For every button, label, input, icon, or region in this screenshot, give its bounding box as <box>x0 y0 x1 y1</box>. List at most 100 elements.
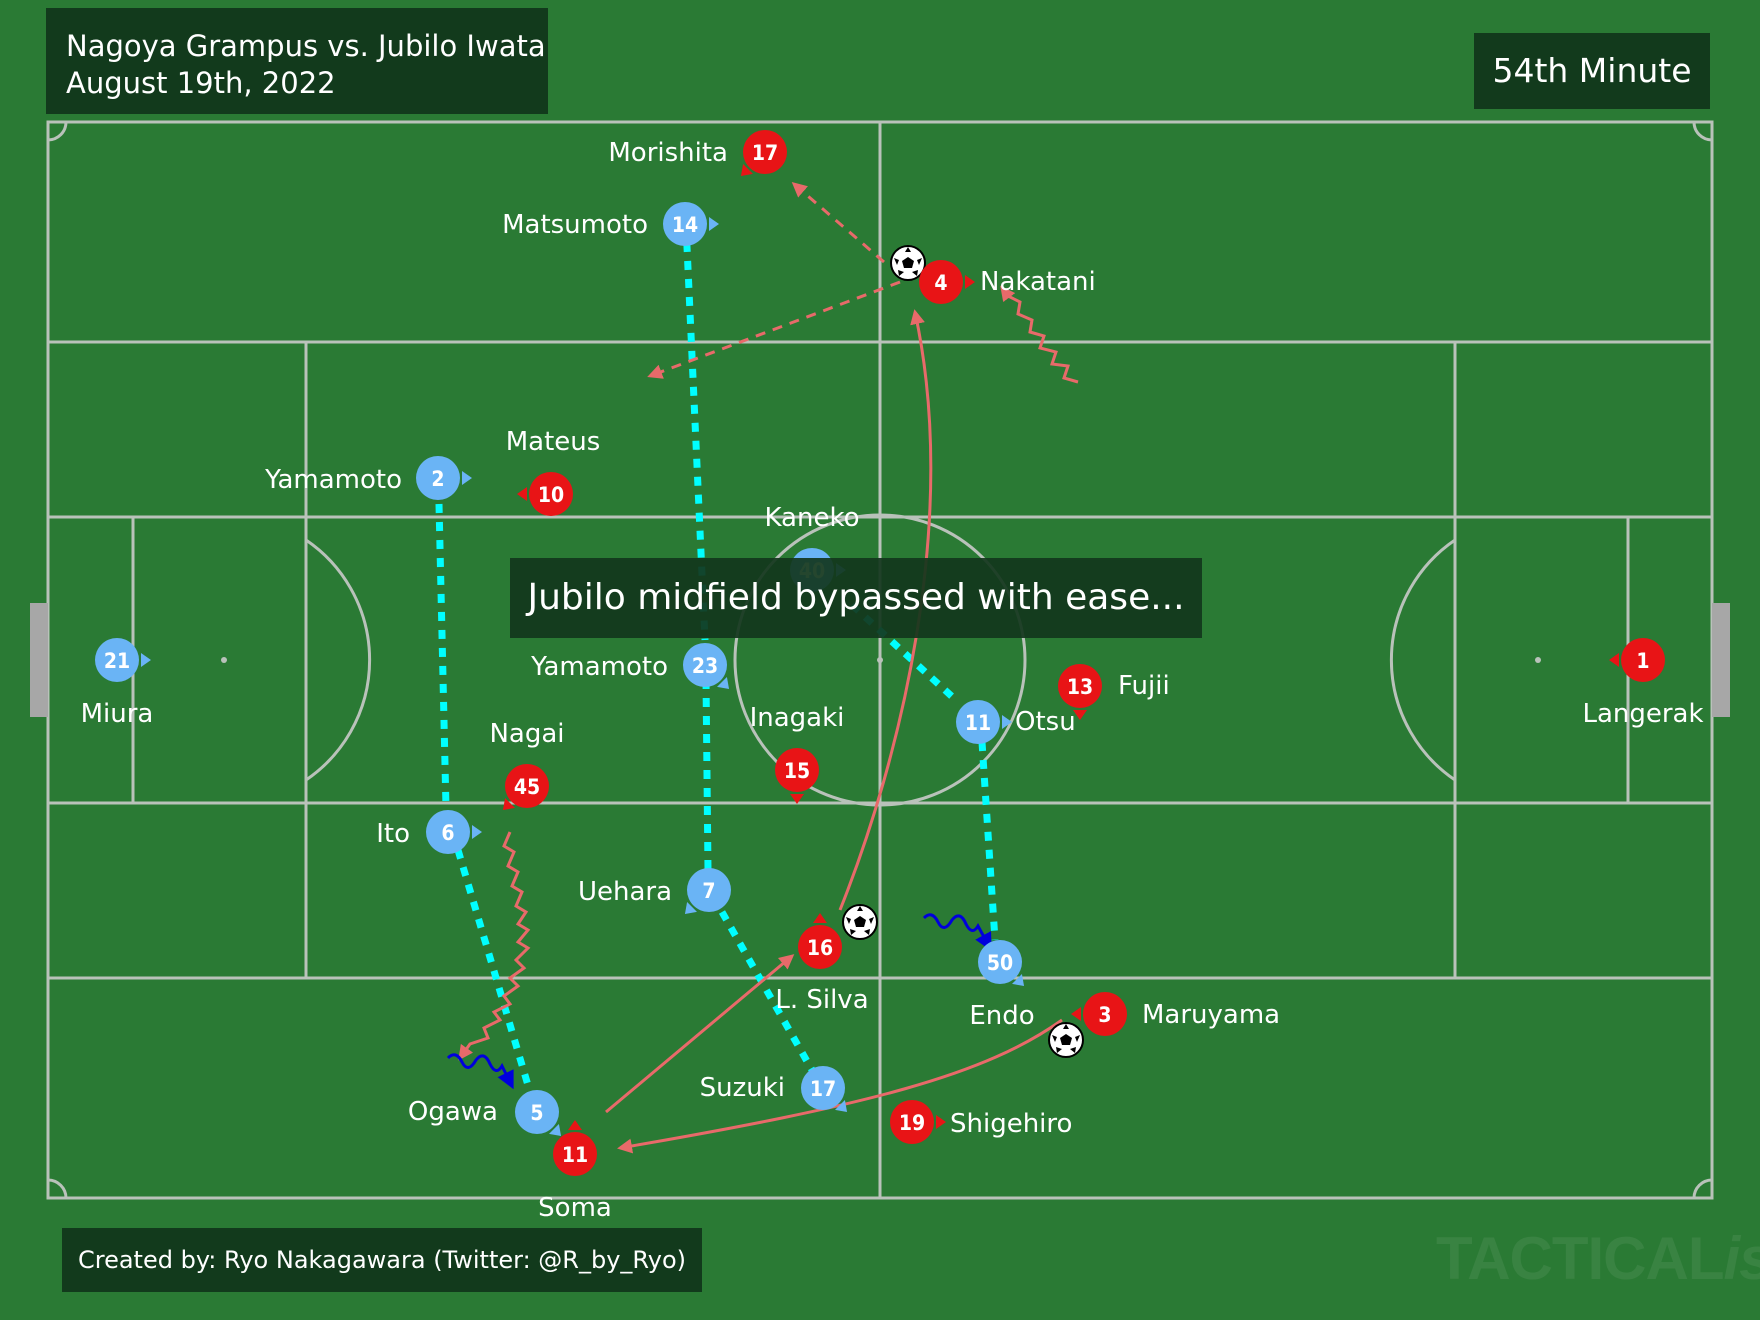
player-number: 16 <box>807 936 833 960</box>
corner-arc-tr <box>1692 121 1713 142</box>
player-name: Otsu <box>1015 707 1076 737</box>
penalty-arc-right <box>1389 538 1456 782</box>
jubilo-player: 6 Ito <box>376 810 482 854</box>
player-name: Endo <box>969 1001 1034 1031</box>
centre-spot <box>877 657 883 663</box>
pitch-svg: 21Miura2Yamamoto6Ito5Ogawa14Matsumoto23Y… <box>30 120 1730 1223</box>
players-layer: 21Miura2Yamamoto6Ito5Ogawa14Matsumoto23Y… <box>81 130 1704 1223</box>
nagoya-player: 19 Shigehiro <box>890 1100 1072 1144</box>
run-endo <box>922 913 992 952</box>
player-name: Inagaki <box>750 703 845 733</box>
nagoya-player: 10 Mateus <box>506 427 601 516</box>
jubilo-player: 11 Otsu <box>956 700 1076 744</box>
minute-badge: 54th Minute <box>1474 33 1710 109</box>
player-number: 4 <box>934 271 947 295</box>
blue-runs <box>446 913 992 1090</box>
player-number: 5 <box>530 1101 543 1125</box>
jubilo-player: 21 Miura <box>81 638 153 729</box>
run-nakatani <box>1000 285 1079 384</box>
run-ogawa <box>446 1053 514 1090</box>
ball-icon <box>842 904 878 940</box>
player-name: Matsumoto <box>502 210 648 240</box>
corner-arc-tl <box>47 121 68 142</box>
player-name: Suzuki <box>700 1073 785 1103</box>
player-number: 14 <box>672 213 698 237</box>
player-number: 21 <box>104 649 130 673</box>
annotation-caption: Jubilo midfield bypassed with ease... <box>510 558 1202 638</box>
penalty-arc-left <box>305 538 372 782</box>
player-name: Nagai <box>489 719 564 749</box>
player-name: Fujii <box>1118 671 1170 701</box>
facing-indicator <box>709 217 719 231</box>
facing-indicator <box>813 913 827 923</box>
player-name: L. Silva <box>775 985 868 1015</box>
tacticalista-watermark: TACTICALista <box>1436 1225 1760 1292</box>
ball-icon <box>1048 1022 1084 1058</box>
player-name: Nakatani <box>980 267 1096 297</box>
facing-indicator <box>936 1115 946 1129</box>
player-name: Morishita <box>608 138 728 168</box>
player-number: 19 <box>899 1111 925 1135</box>
facing-indicator <box>517 487 527 501</box>
facing-indicator <box>141 653 151 667</box>
player-number: 23 <box>692 654 718 678</box>
facing-indicator <box>1609 653 1619 667</box>
player-number: 10 <box>538 483 564 507</box>
goal-left <box>30 603 48 717</box>
player-number: 3 <box>1098 1003 1111 1027</box>
player-name: Langerak <box>1582 699 1703 729</box>
match-title-box: Nagoya Grampus vs. Jubilo Iwata August 1… <box>46 8 548 114</box>
player-name: Ito <box>376 819 410 849</box>
player-number: 50 <box>987 951 1013 975</box>
jubilo-player: 50 Endo <box>969 940 1035 1031</box>
option-nakatani-to-morishita <box>791 182 885 264</box>
facing-indicator <box>965 275 975 289</box>
tactical-diagram: 21 Miura 2 Yamamoto 6 Ito 5 Ogawa 14 Matsumoto 23 Y… <box>0 0 1760 1320</box>
player-number: 2 <box>431 467 444 491</box>
run-nagai <box>458 831 531 1061</box>
jubilo-player: 5 Ogawa <box>408 1090 562 1137</box>
player-number: 6 <box>441 821 454 845</box>
credit-line: Created by: Ryo Nakagawara (Twitter: @R_… <box>62 1228 702 1292</box>
nagoya-player: 15 Inagaki <box>750 703 845 804</box>
nagoya-player: 11 Soma <box>538 1120 612 1223</box>
penalty-area-right <box>1453 340 1714 980</box>
player-name: Mateus <box>506 427 601 457</box>
player-number: 1 <box>1636 649 1649 673</box>
link-yamamoto23-uehara <box>702 679 712 871</box>
nagoya-player: 45 Nagai <box>489 719 565 811</box>
player-number: 13 <box>1067 675 1093 699</box>
player-name: Ogawa <box>408 1097 498 1127</box>
nagoya-player: 3 Maruyama <box>1071 992 1280 1036</box>
player-name: Yamamoto <box>530 652 668 682</box>
player-name: Kaneko <box>764 503 859 533</box>
link-yamamoto2-ito <box>435 503 450 809</box>
player-name: Shigehiro <box>950 1109 1072 1139</box>
penalty-area-left <box>46 340 308 980</box>
player-name: Yamamoto <box>264 465 402 495</box>
player-number: 11 <box>562 1143 588 1167</box>
option-nakatani-to-left <box>647 280 901 379</box>
player-name: Uehara <box>578 877 672 907</box>
player-number: 17 <box>752 141 778 165</box>
player-number: 7 <box>702 879 715 903</box>
player-number: 15 <box>784 759 810 783</box>
jubilo-player: 14 Matsumoto <box>502 202 719 246</box>
player-number: 17 <box>810 1077 836 1101</box>
nagoya-player: 13 Fujii <box>1058 664 1170 720</box>
penalty-spot-right <box>1535 657 1541 663</box>
facing-indicator <box>1071 1007 1081 1021</box>
player-number: 45 <box>514 775 540 799</box>
jubilo-player: 7 Uehara <box>578 868 731 915</box>
goal-right <box>1712 603 1730 717</box>
penalty-spot-left <box>221 657 227 663</box>
match-title: Nagoya Grampus vs. Jubilo Iwata <box>66 29 546 63</box>
facing-indicator <box>472 825 482 839</box>
jubilo-player: 2 Yamamoto <box>264 456 472 500</box>
corner-arc-br <box>1692 1178 1713 1199</box>
ball-icon <box>890 245 926 281</box>
player-number: 11 <box>965 711 991 735</box>
facing-indicator <box>462 471 472 485</box>
jubilo-player: 23 Yamamoto <box>530 643 730 690</box>
facing-indicator <box>568 1120 582 1130</box>
